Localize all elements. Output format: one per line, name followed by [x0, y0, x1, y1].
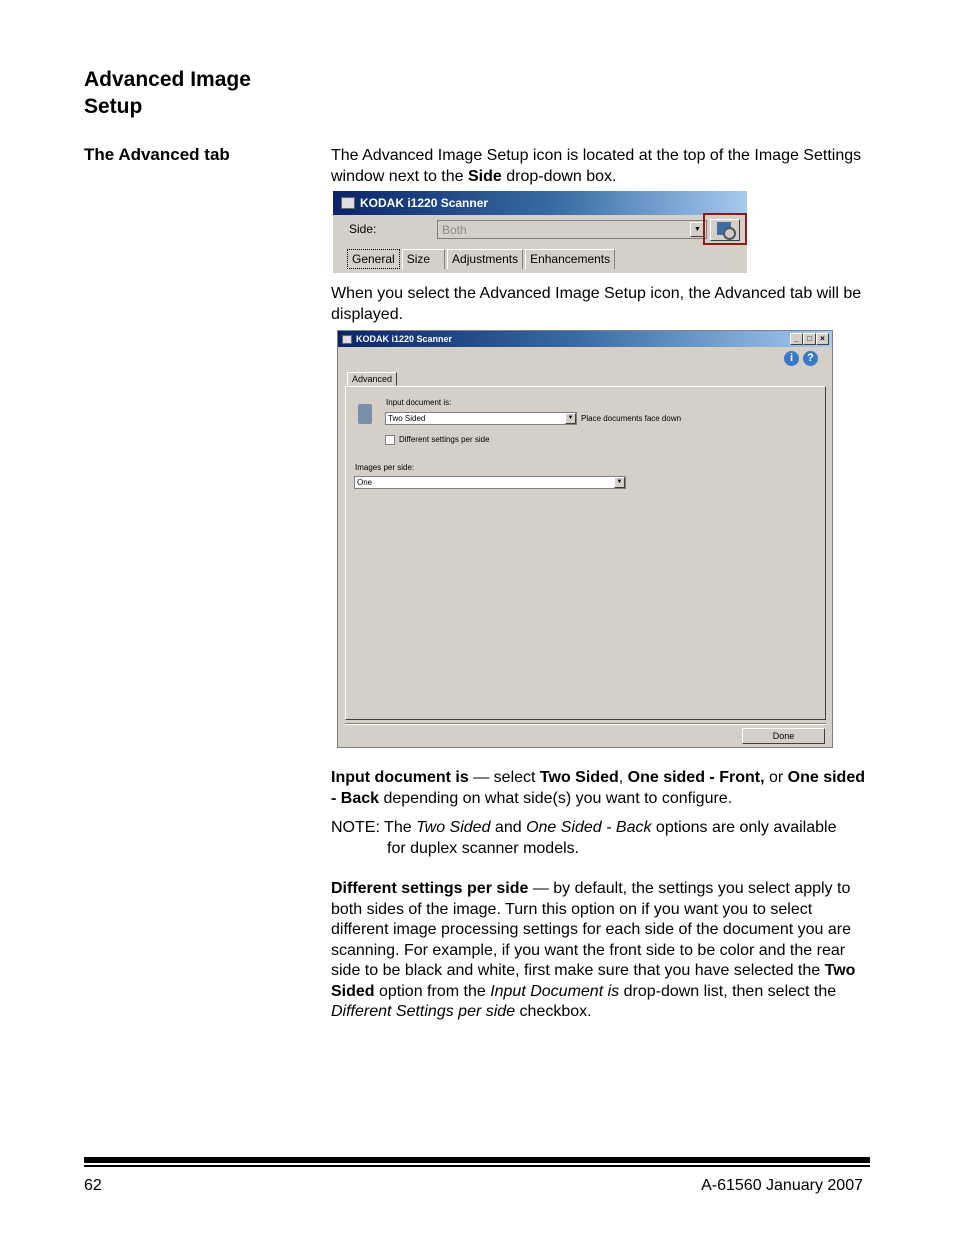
tab-bar: General Size Adjustments Enhancements	[347, 249, 617, 269]
minimize-button[interactable]: _	[790, 333, 803, 345]
advanced-tab-window-screenshot: KODAK i1220 Scanner _ □ × i ? Advanced I…	[337, 330, 833, 748]
close-button[interactable]: ×	[816, 333, 829, 345]
title-bar: KODAK i1220 Scanner _ □ ×	[338, 331, 832, 347]
help-icons: i ?	[784, 351, 818, 366]
info-icon[interactable]: i	[784, 351, 799, 366]
images-per-side-dropdown[interactable]: One ▼	[354, 476, 626, 489]
page-number: 62	[84, 1177, 102, 1194]
advanced-image-setup-button[interactable]	[703, 213, 747, 245]
scanner-icon	[342, 334, 352, 344]
tab-advanced[interactable]: Advanced	[347, 372, 398, 386]
advanced-image-setup-icon	[717, 222, 736, 240]
images-per-side-label: Images per side:	[355, 463, 415, 472]
subsection-title: The Advanced tab	[84, 145, 230, 164]
input-document-dropdown[interactable]: Two Sided ▼	[385, 412, 577, 425]
tab-adjustments[interactable]: Adjustments	[447, 249, 524, 269]
chevron-down-icon[interactable]: ▼	[565, 413, 576, 424]
images-per-side-value: One	[357, 478, 373, 487]
window-title: KODAK i1220 Scanner	[356, 334, 453, 344]
tab-size[interactable]: Size	[401, 249, 446, 269]
note-paragraph: NOTE: The Two Sided and One Sided - Back…	[331, 819, 837, 857]
window-title: KODAK i1220 Scanner	[360, 196, 489, 210]
intro-paragraph-1: The Advanced Image Setup icon is located…	[331, 147, 862, 185]
separator	[345, 723, 826, 725]
scanner-icon	[341, 197, 355, 209]
input-document-value: Two Sided	[388, 414, 426, 423]
tab-enhancements[interactable]: Enhancements	[525, 249, 616, 269]
document-icon	[358, 404, 372, 424]
document-id: A-61560 January 2007	[701, 1177, 863, 1194]
input-document-paragraph: Input document is — select Two Sided, On…	[331, 769, 865, 807]
maximize-button[interactable]: □	[803, 333, 816, 345]
title-bar: KODAK i1220 Scanner	[333, 191, 747, 215]
image-settings-window-screenshot: KODAK i1220 Scanner Side: Both ▼ General …	[333, 191, 748, 273]
intro-paragraph-2: When you select the Advanced Image Setup…	[331, 285, 862, 323]
footer-rule-thick	[84, 1157, 870, 1163]
side-dropdown[interactable]: Both ▼	[437, 220, 707, 239]
tab-general[interactable]: General	[347, 249, 400, 269]
different-settings-paragraph: Different settings per side — by default…	[331, 880, 856, 1020]
chevron-down-icon[interactable]: ▼	[614, 477, 625, 488]
footer-rule-thin	[84, 1165, 870, 1167]
input-document-label: Input document is:	[386, 398, 452, 407]
side-value: Both	[442, 223, 467, 237]
done-button[interactable]: Done	[742, 728, 825, 744]
different-settings-checkbox[interactable]	[385, 435, 395, 445]
section-title: Advanced Image Setup	[84, 68, 251, 118]
place-documents-hint: Place documents face down	[581, 414, 682, 423]
different-settings-label: Different settings per side	[399, 435, 490, 444]
side-label: Side:	[349, 222, 377, 236]
help-icon[interactable]: ?	[803, 351, 818, 366]
